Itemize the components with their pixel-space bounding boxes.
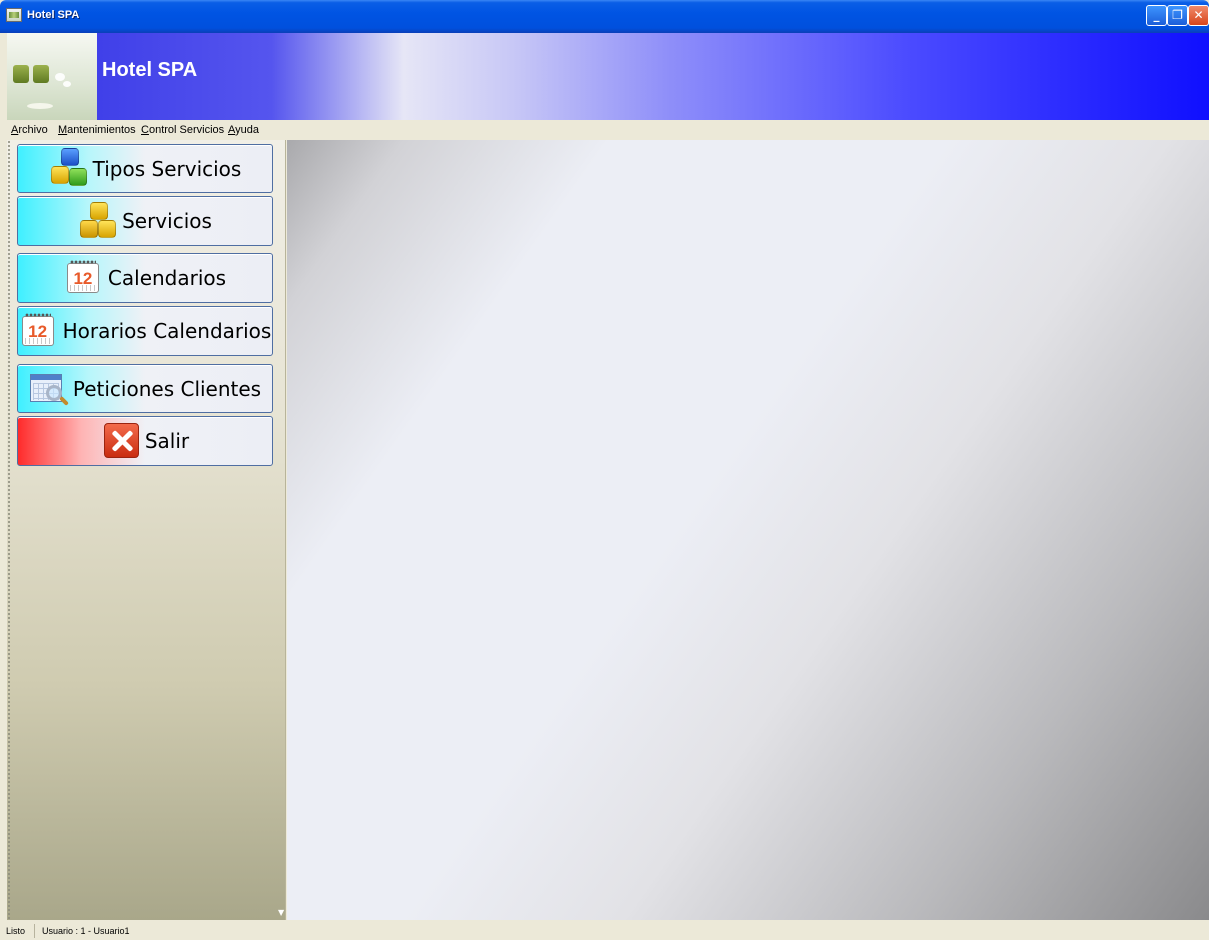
sidebar-grip[interactable] xyxy=(7,140,11,920)
status-user: Usuario : 1 - Usuario1 xyxy=(42,926,130,936)
flower-decoration xyxy=(55,73,65,81)
scroll-down-icon[interactable]: ▼ xyxy=(278,908,284,917)
restore-button[interactable]: ❐ xyxy=(1167,5,1188,26)
status-bar: Listo Usuario : 1 - Usuario1 xyxy=(0,920,1209,940)
calendar-icon: 12 xyxy=(19,310,61,352)
yellow-cubes-icon xyxy=(78,200,120,242)
mdi-workspace xyxy=(287,140,1209,920)
flower-decoration xyxy=(63,81,71,87)
candle-decoration xyxy=(13,65,29,83)
status-state: Listo xyxy=(6,926,26,936)
horarios-calendarios-button[interactable]: 12 Horarios Calendarios xyxy=(17,306,273,356)
menu-archivo[interactable]: Archivo xyxy=(11,124,48,136)
candle-decoration xyxy=(33,65,49,83)
salir-label: Salir xyxy=(144,429,190,453)
window-title: Hotel SPA xyxy=(27,9,80,21)
horarios-calendarios-label: Horarios Calendarios xyxy=(62,319,272,343)
peticiones-clientes-button[interactable]: Peticiones Clientes xyxy=(17,364,273,413)
servicios-button[interactable]: Servicios xyxy=(17,196,273,246)
banner-title: Hotel SPA xyxy=(102,59,198,81)
calendarios-button[interactable]: 12 Calendarios xyxy=(17,253,273,303)
menu-control-servicios[interactable]: Control Servicios xyxy=(141,124,224,136)
header-banner: Hotel SPA xyxy=(7,33,1209,120)
menu-mantenimientos[interactable]: Mantenimientos xyxy=(58,124,136,136)
minimize-button[interactable]: _ xyxy=(1146,5,1167,26)
spa-logo-image xyxy=(7,33,97,120)
calendarios-label: Calendarios xyxy=(107,266,227,290)
calendar-icon: 12 xyxy=(64,257,106,299)
window-titlebar[interactable]: Hotel SPA _ ❐ ✕ xyxy=(0,0,1209,33)
menu-ayuda[interactable]: Ayuda xyxy=(228,124,259,136)
peticiones-clientes-label: Peticiones Clientes xyxy=(72,376,262,401)
exit-icon xyxy=(101,420,143,462)
app-icon xyxy=(6,8,22,22)
tipos-servicios-button[interactable]: Tipos Servicios xyxy=(17,144,273,193)
status-separator xyxy=(34,924,35,938)
tipos-servicios-label: Tipos Servicios xyxy=(92,156,242,181)
sidebar: Tipos Servicios Servicios 12 Calendarios… xyxy=(7,140,286,920)
search-window-icon xyxy=(29,368,71,410)
flower-decoration xyxy=(27,103,53,109)
close-button[interactable]: ✕ xyxy=(1188,5,1209,26)
servicios-label: Servicios xyxy=(122,209,212,233)
menu-bar: Archivo Mantenimientos Control Servicios… xyxy=(7,120,1209,140)
cubes-icon xyxy=(49,147,91,190)
salir-button[interactable]: Salir xyxy=(17,416,273,466)
